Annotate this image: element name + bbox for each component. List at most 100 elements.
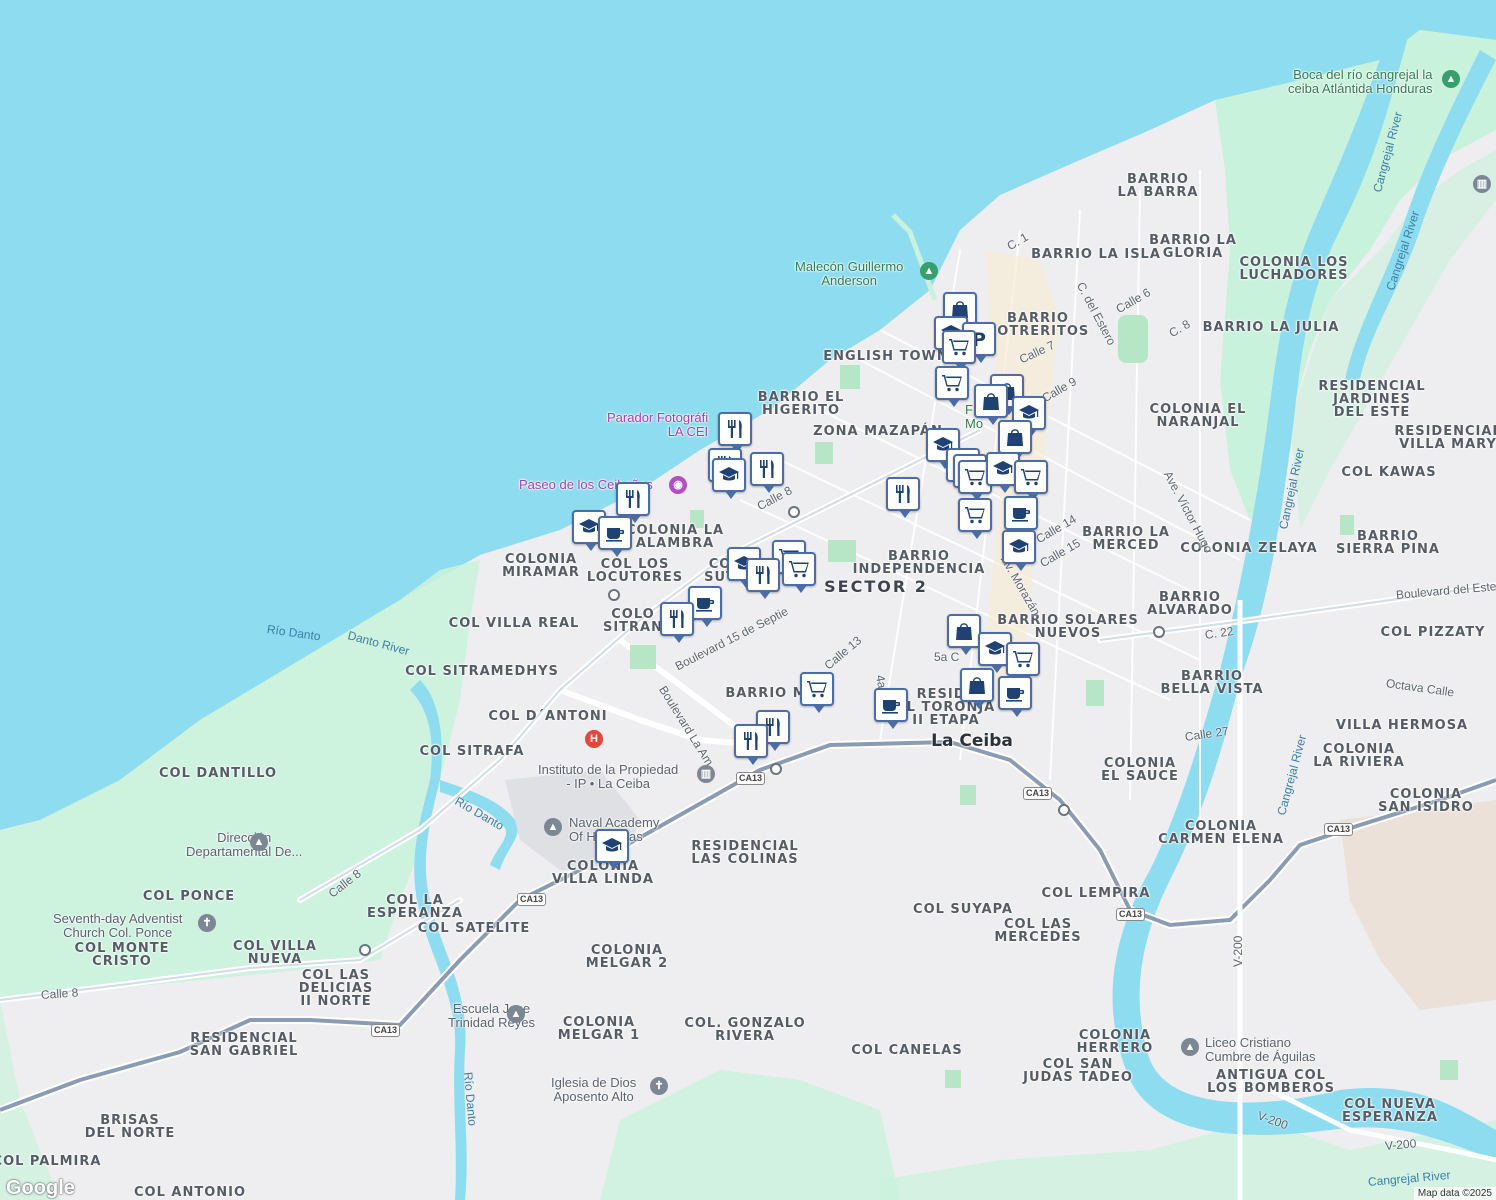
school-marker[interactable] [712,458,746,499]
place-label[interactable]: Dirección Departamental De... [186,831,302,859]
restaurant-marker[interactable] [886,477,920,518]
restaurant-marker[interactable] [660,602,694,643]
bus-stop-icon[interactable] [608,589,620,601]
city-label[interactable]: La Ceiba [931,733,1013,750]
neighborhood-label: COL KAWAS [1341,465,1437,480]
restaurant-icon [896,485,910,503]
neighborhood-label: COLONIA MELGAR 1 [557,1015,641,1043]
neighborhood-label: COL PALMIRA [0,1154,102,1169]
school-icon[interactable]: ▲ [544,818,562,836]
neighborhood-label: BARRIO INDEPENDENCIA [852,549,986,577]
school-icon [985,641,1005,655]
street-label: 5a C [934,650,960,664]
restaurant-icon [744,732,758,750]
neighborhood-label: COL CANELAS [851,1043,963,1058]
cart-marker[interactable] [1014,460,1048,501]
place-label[interactable]: Liceo Cristiano Cumbre de Águilas [1205,1036,1316,1064]
neighborhood-label: COLONIA VILLA LINDA [552,859,654,887]
cart-marker[interactable] [935,366,969,407]
restaurant-marker[interactable] [734,724,768,765]
highway-shield: CA13 [1324,823,1354,836]
neighborhood-label: COL VILLA NUEVA [233,939,317,967]
neighborhood-label: COLONIA EL NARANJAL [1149,402,1247,430]
place-label[interactable]: Seventh-day Adventist Church Col. Ponce [53,912,182,940]
place-label[interactable]: Malecón Guillermo Anderson [795,260,903,288]
highway-shield: CA13 [1023,787,1053,800]
highway-shield: CA13 [1116,908,1146,921]
cart-marker[interactable] [958,498,992,539]
shopping-bag-icon [1007,429,1023,446]
cart-marker[interactable] [1006,642,1040,683]
neighborhood-label: BARRIO BELLA VISTA [1160,669,1264,697]
restaurant-marker[interactable] [750,452,784,493]
cross-icon[interactable]: ✝ [198,914,216,932]
shopping-bag-marker[interactable] [947,614,981,655]
bus-stop-icon[interactable] [1058,804,1070,816]
street-label: V-200 [1384,1136,1417,1153]
tree-icon[interactable]: ▲ [1442,70,1460,88]
bus-stop-icon[interactable] [1153,626,1165,638]
map-canvas[interactable]: BARRIO LA BARRA BARRIO LA ISLA BARRIO LA… [0,0,1496,1200]
highway-shield: CA13 [517,893,547,906]
bank-icon[interactable]: ▥ [697,765,715,783]
cafe-marker[interactable] [874,688,908,729]
school-icon[interactable]: ▲ [250,833,268,851]
neighborhood-label: COL MONTE CRISTO [74,941,170,969]
hospital-icon[interactable]: H [585,730,603,748]
cart-marker[interactable] [800,672,834,713]
neighborhood-label: COLONIA CARMEN ELENA [1158,819,1284,847]
highway-shield: CA13 [371,1024,401,1037]
school-icon [579,519,599,533]
neighborhood-label: BARRIO LA ISLA [1031,247,1161,262]
shopping-bag-marker[interactable] [998,420,1032,461]
neighborhood-label: COL. GONZALO RIVERA [684,1016,806,1044]
cart-icon [807,681,827,698]
cross-icon[interactable]: ✝ [650,1077,668,1095]
place-label[interactable]: Parador Fotográfi LA CEI [607,411,708,439]
camera-icon[interactable]: ◉ [669,476,687,494]
place-label[interactable]: Iglesia de Dios Aposento Alto [551,1076,636,1104]
neighborhood-label: BARRIO M [725,686,807,701]
place-label[interactable]: Boca del río cangrejal la ceiba Atlántid… [1288,68,1433,96]
neighborhood-label: COLONIA MIRAMAR [502,552,580,580]
neighborhood-label: ENGLISH TOWN [823,349,949,364]
school-icon [1009,539,1029,553]
shopping-bag-marker[interactable] [960,668,994,709]
neighborhood-label: COL SAN JUDAS TADEO [1023,1057,1133,1085]
neighborhood-label: BARRIO EL HIGERITO [757,390,845,418]
neighborhood-label: COL LEMPIRA [1041,886,1151,901]
cafe-icon [1006,688,1025,702]
neighborhood-label: BARRIO LA MERCED [1082,525,1170,553]
bus-stop-icon[interactable] [788,506,800,518]
school-icon [602,838,622,852]
neighborhood-label: COLONIA LOS LUCHADORES [1239,255,1349,283]
restaurant-icon [670,610,684,628]
place-label[interactable]: Instituto de la Propiedad - IP • La Ceib… [538,763,678,791]
neighborhood-label: COL D´ANTONI [488,709,608,724]
restaurant-icon [728,420,742,438]
bank-icon[interactable]: ▥ [1473,175,1491,193]
restaurant-marker[interactable] [718,412,752,453]
restaurant-marker[interactable] [746,558,780,599]
school-icon[interactable]: ▲ [1181,1038,1199,1056]
cafe-marker[interactable] [1004,496,1038,537]
neighborhood-label: BARRIO POTRERITOS [986,311,1090,339]
bus-stop-icon[interactable] [359,944,371,956]
shopping-bag-marker[interactable] [974,384,1008,425]
cafe-marker[interactable] [598,516,632,557]
map-attribution[interactable]: Map data ©2025 [1413,1187,1496,1200]
school-icon[interactable]: ▲ [507,1005,525,1023]
neighborhood-label: COLONIA HERRERO [1076,1028,1154,1056]
cart-marker[interactable] [942,330,976,371]
neighborhood-label: COL PONCE [142,889,236,904]
cart-icon [942,375,962,392]
tree-icon[interactable]: ▲ [920,262,938,280]
cart-marker[interactable] [782,552,816,593]
neighborhood-label: BARRIO SIERRA PINA [1336,529,1440,557]
school-marker[interactable] [1002,530,1036,571]
bus-stop-icon[interactable] [770,763,782,775]
restaurant-icon [760,460,774,478]
restaurant-marker[interactable] [616,482,650,523]
cafe-marker[interactable] [998,676,1032,717]
school-marker[interactable] [595,829,629,870]
